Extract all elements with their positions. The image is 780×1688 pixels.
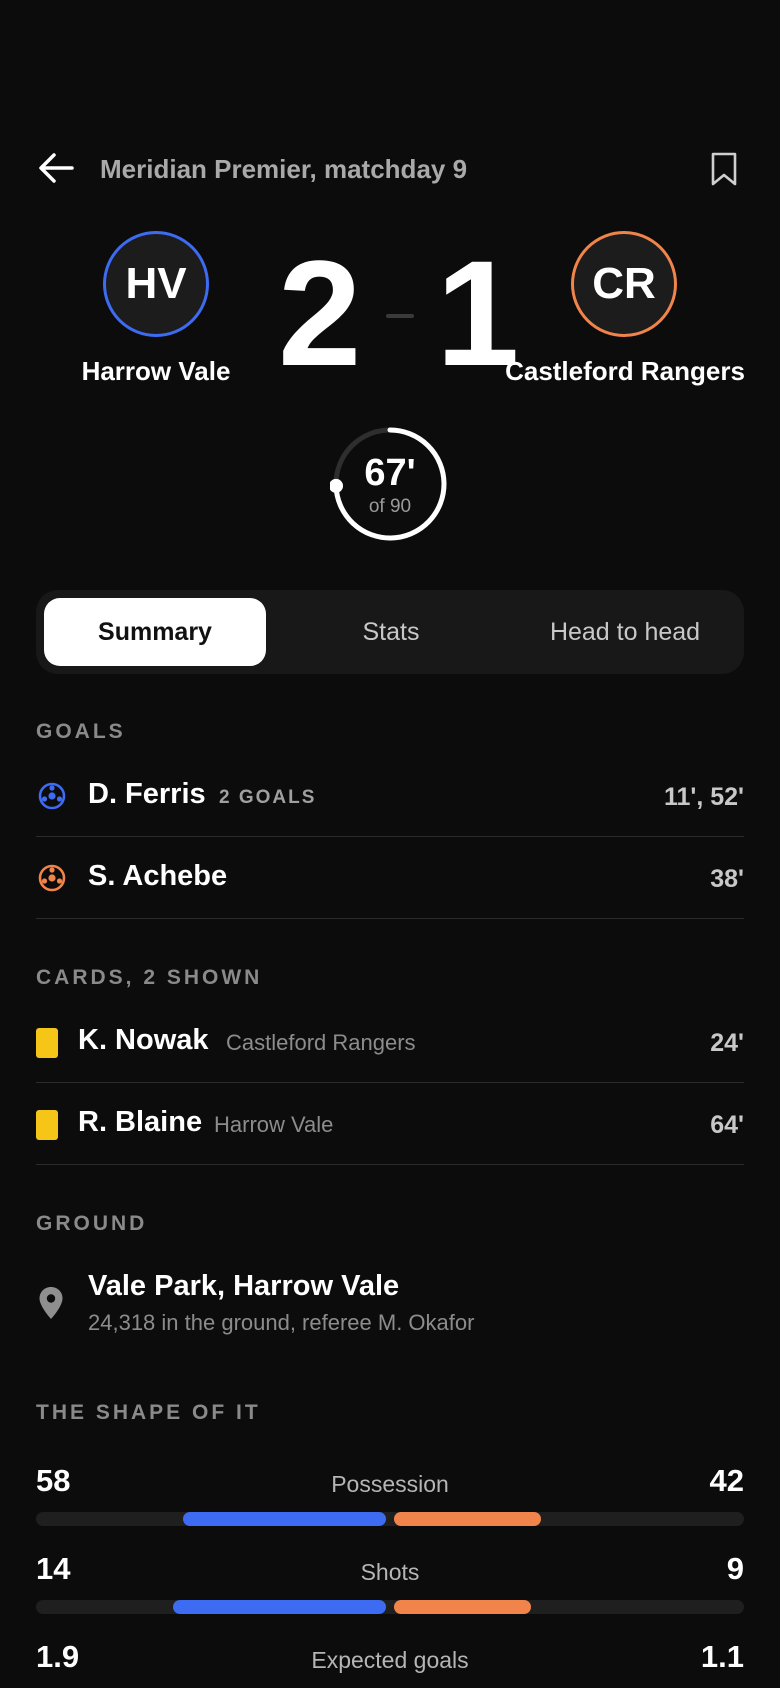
venue-details: 24,318 in the ground, referee M. Okafor — [88, 1310, 475, 1335]
tab-bar: Summary Stats Head to head — [36, 590, 744, 674]
goals-section-title: GOALS — [36, 720, 126, 743]
divider — [36, 918, 744, 919]
booked-player-team: Harrow Vale — [214, 1112, 334, 1137]
tab-stats[interactable]: Stats — [280, 598, 502, 666]
goal-scorer-name[interactable]: D. Ferris — [88, 778, 206, 811]
stat-home-value: 58 — [36, 1463, 71, 1498]
stat-label: Possession — [331, 1471, 449, 1497]
home-score: 2 — [278, 229, 362, 397]
bookmark-icon[interactable] — [710, 152, 738, 186]
breadcrumb: Meridian Premier, matchday 9 — [100, 154, 468, 184]
cards-section-title: CARDS, 2 SHOWN — [36, 966, 263, 989]
tab-summary[interactable]: Summary — [44, 598, 266, 666]
home-stat-bar — [183, 1512, 386, 1526]
location-pin-icon — [39, 1287, 63, 1319]
stat-label: Shots — [360, 1559, 420, 1585]
stat-home-value: 14 — [36, 1551, 71, 1586]
goal-scorer-name[interactable]: S. Achebe — [88, 860, 227, 893]
stat-label: Expected goals — [311, 1647, 469, 1673]
away-team-name: Castleford Rangers — [505, 356, 745, 386]
card-minute: 24' — [710, 1029, 744, 1057]
ground-section-title: GROUND — [36, 1212, 148, 1235]
card-minute: 64' — [710, 1111, 744, 1139]
booked-player-name[interactable]: K. Nowak — [78, 1024, 209, 1057]
booked-player-name[interactable]: R. Blaine — [78, 1106, 202, 1139]
football-icon — [38, 864, 66, 892]
match-length: of 90 — [368, 496, 412, 517]
stat-comparison-bar — [36, 1600, 744, 1614]
stat-home-value: 1.9 — [36, 1639, 80, 1674]
tab-head-to-head[interactable]: Head to head — [514, 598, 736, 666]
stat-away-value: 1.1 — [700, 1639, 744, 1674]
score-separator — [386, 314, 414, 318]
stat-away-value: 9 — [726, 1551, 744, 1586]
divider — [36, 1164, 744, 1165]
yellow-card-icon — [36, 1028, 58, 1058]
away-stat-bar — [394, 1512, 541, 1526]
goal-minutes: 11', 52' — [663, 783, 744, 811]
away-stat-bar — [394, 1600, 531, 1614]
shape-section-title: THE SHAPE OF IT — [36, 1401, 261, 1424]
booked-player-team: Castleford Rangers — [226, 1030, 416, 1055]
away-team-crest[interactable]: CR — [571, 231, 677, 337]
venue-name: Vale Park, Harrow Vale — [88, 1270, 400, 1302]
back-arrow-icon[interactable] — [36, 150, 76, 186]
goal-count-badge: 2 GOALS — [219, 787, 317, 808]
stat-comparison-bar — [36, 1512, 744, 1526]
yellow-card-icon — [36, 1110, 58, 1140]
home-team-name: Harrow Vale — [81, 356, 231, 386]
stat-away-value: 42 — [709, 1463, 744, 1498]
match-minute: 67' — [364, 452, 416, 494]
goal-minutes: 38' — [710, 865, 744, 893]
home-team-crest[interactable]: HV — [103, 231, 209, 337]
football-icon — [38, 782, 66, 810]
divider — [36, 1082, 744, 1083]
home-stat-bar — [172, 1600, 386, 1614]
divider — [36, 836, 744, 837]
